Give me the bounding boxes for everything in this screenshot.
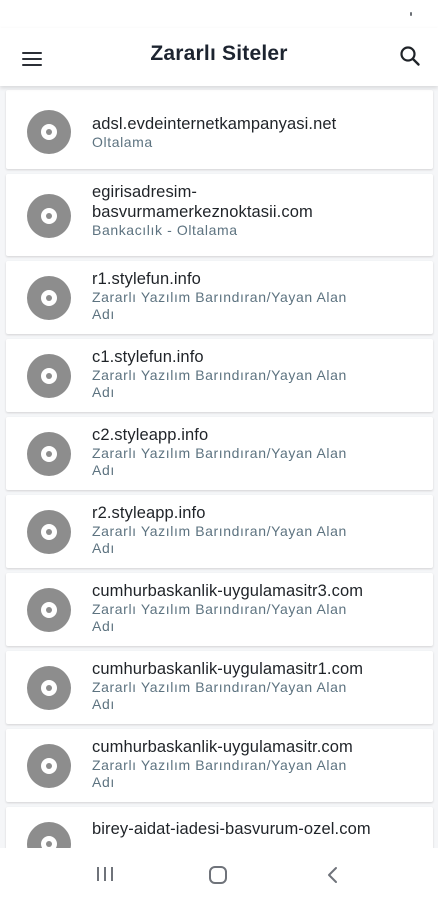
app-bar: Zararlı Siteler (0, 28, 438, 86)
site-category-line2: Adı (92, 384, 115, 400)
disc-icon (27, 276, 71, 320)
site-category-line2: Adı (92, 462, 115, 478)
site-category-line2: Adı (92, 306, 115, 322)
site-domain: r1.stylefun.info (92, 270, 201, 288)
site-domain: c2.styleapp.info (92, 426, 209, 444)
search-icon[interactable] (398, 44, 422, 68)
status-indicator (410, 12, 412, 16)
site-domain-line2: basvurmamerkeznoktasii.com (92, 203, 313, 221)
site-category-line2: Adı (92, 618, 115, 634)
site-domain: birey-aidat-iadesi-basvurum-ozel.com (92, 820, 371, 838)
disc-icon (27, 588, 71, 632)
recent-apps-icon[interactable] (96, 866, 114, 887)
site-domain: c1.stylefun.info (92, 348, 204, 366)
list-item[interactable]: cumhurbaskanlik-uygulamasitr3.com Zararl… (6, 573, 433, 646)
site-category-line2: Adı (92, 774, 115, 790)
site-domain: cumhurbaskanlik-uygulamasitr.com (92, 738, 353, 756)
list-item[interactable]: c2.styleapp.info Zararlı Yazılım Barındı… (6, 417, 433, 490)
site-category-line1: Zararlı Yazılım Barındıran/Yayan Alan (92, 367, 347, 383)
disc-icon (27, 666, 71, 710)
disc-icon (27, 432, 71, 476)
page-title: Zararlı Siteler (150, 42, 288, 65)
disc-icon (27, 110, 71, 154)
site-domain: r2.styleapp.info (92, 504, 206, 522)
list-item[interactable]: birey-aidat-iadesi-basvurum-ozel.com (6, 807, 433, 848)
site-category-line1: Zararlı Yazılım Barındıran/Yayan Alan (92, 445, 347, 461)
site-category-line1: Zararlı Yazılım Barındıran/Yayan Alan (92, 289, 347, 305)
site-category-line1: Zararlı Yazılım Barındıran/Yayan Alan (92, 523, 347, 539)
disc-icon (27, 822, 71, 848)
site-category-line1: Zararlı Yazılım Barındıran/Yayan Alan (92, 757, 347, 773)
back-chevron-icon[interactable] (326, 866, 340, 889)
site-category-line1: Zararlı Yazılım Barındıran/Yayan Alan (92, 601, 347, 617)
site-domain-line1: egirisadresim- (92, 183, 198, 201)
list-item[interactable]: egirisadresim- basvurmamerkeznoktasii.co… (6, 174, 433, 256)
list-item[interactable]: cumhurbaskanlik-uygulamasitr1.com Zararl… (6, 651, 433, 724)
site-domain: adsl.evdeinternetkampanyasi.net (92, 115, 337, 133)
home-circle-icon[interactable] (208, 866, 228, 889)
list-item[interactable]: c1.stylefun.info Zararlı Yazılım Barındı… (6, 339, 433, 412)
disc-icon (27, 194, 71, 238)
list-item[interactable]: r1.stylefun.info Zararlı Yazılım Barındı… (6, 261, 433, 334)
site-domain: cumhurbaskanlik-uygulamasitr1.com (92, 660, 364, 678)
disc-icon (27, 354, 71, 398)
system-navigation-bar (0, 848, 438, 900)
site-category: Bankacılık - Oltalama (92, 222, 238, 238)
malicious-sites-list: adsl.evdeinternetkampanyasi.net Oltalama… (0, 86, 438, 848)
site-domain: cumhurbaskanlik-uygulamasitr3.com (92, 582, 364, 600)
site-category: Oltalama (92, 134, 153, 150)
site-category-line1: Zararlı Yazılım Barındıran/Yayan Alan (92, 679, 347, 695)
site-category-line2: Adı (92, 696, 115, 712)
disc-icon (27, 510, 71, 554)
status-bar (0, 0, 438, 28)
disc-icon (27, 744, 71, 788)
list-item[interactable]: adsl.evdeinternetkampanyasi.net Oltalama (6, 90, 433, 169)
list-item[interactable]: r2.styleapp.info Zararlı Yazılım Barındı… (6, 495, 433, 568)
list-item[interactable]: cumhurbaskanlik-uygulamasitr.com Zararlı… (6, 729, 433, 802)
site-category-line2: Adı (92, 540, 115, 556)
